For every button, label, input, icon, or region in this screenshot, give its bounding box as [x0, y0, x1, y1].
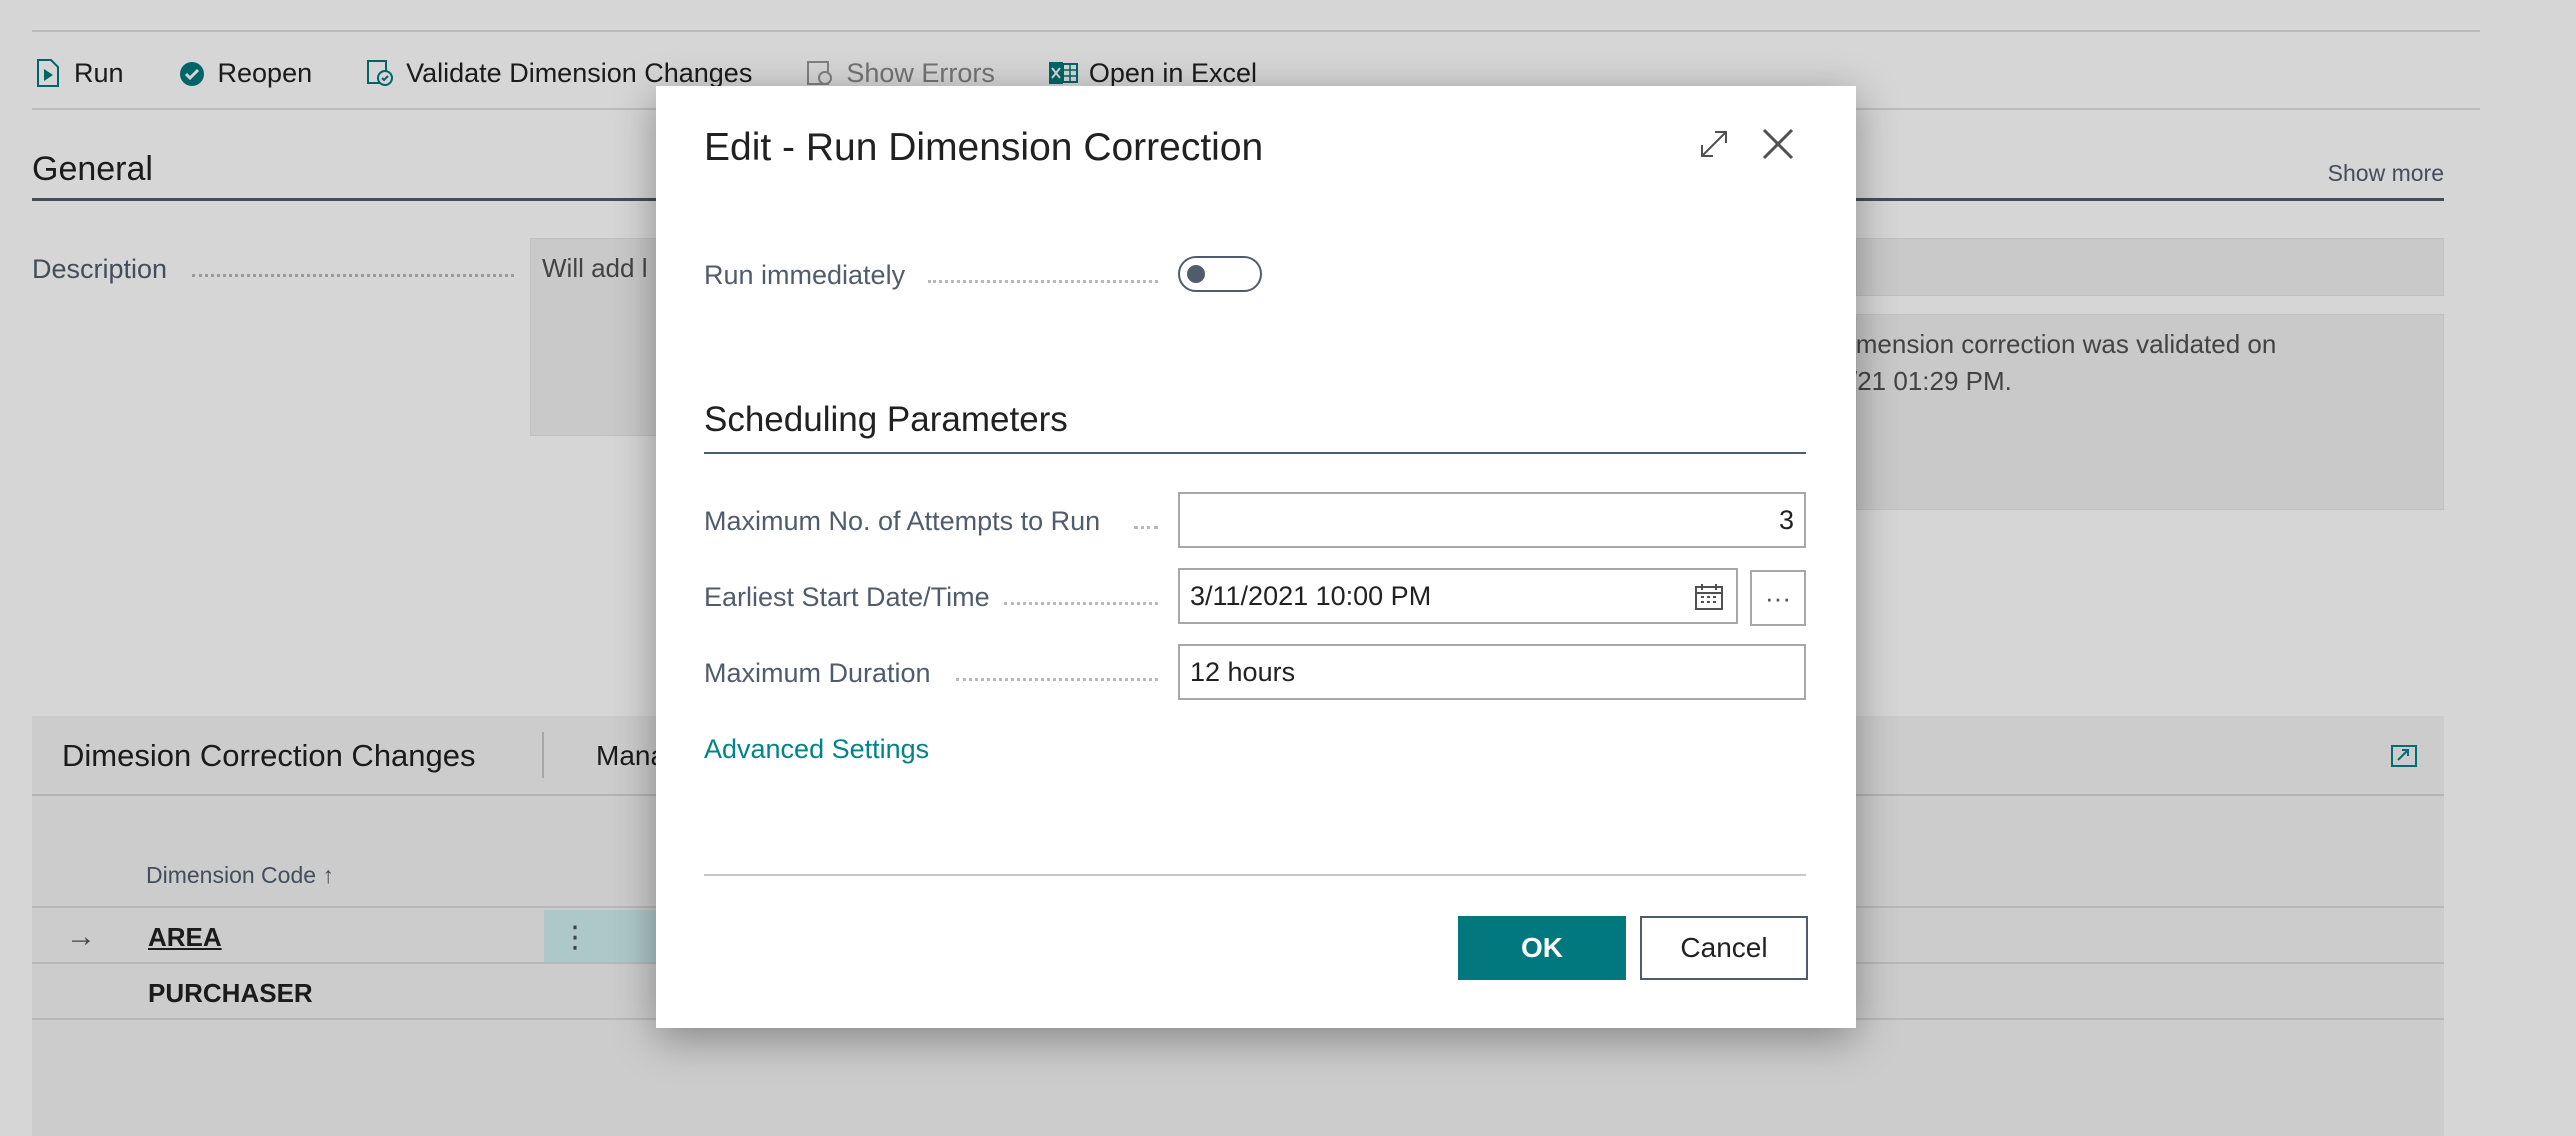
- scheduling-parameters-title: Scheduling Parameters: [704, 400, 1068, 439]
- earliest-start-label: Earliest Start Date/Time: [704, 582, 990, 612]
- scheduling-parameters-underline: [704, 452, 1806, 454]
- run-immediately-label: Run immediately: [704, 260, 906, 290]
- ok-button[interactable]: OK: [1458, 916, 1626, 980]
- earliest-start-value: 3/11/2021 10:00 PM: [1190, 580, 1432, 611]
- advanced-settings-link[interactable]: Advanced Settings: [704, 734, 929, 765]
- close-icon[interactable]: [1758, 124, 1798, 164]
- assist-edit-button[interactable]: ···: [1750, 570, 1806, 626]
- run-immediately-toggle[interactable]: [1178, 256, 1262, 292]
- run-dimension-correction-dialog: Edit - Run Dimension Correction Run imme…: [656, 86, 1856, 1028]
- max-attempts-field[interactable]: 3: [1178, 492, 1806, 548]
- earliest-start-field[interactable]: 3/11/2021 10:00 PM: [1178, 568, 1738, 624]
- earliest-start-dots: [1004, 602, 1158, 605]
- run-immediately-dots: [928, 280, 1158, 283]
- toggle-knob: [1187, 265, 1205, 283]
- calendar-icon[interactable]: [1694, 582, 1724, 612]
- expand-icon[interactable]: [1696, 126, 1732, 162]
- dialog-title: Edit - Run Dimension Correction: [704, 126, 1264, 169]
- max-duration-dots: [956, 678, 1158, 681]
- max-duration-label: Maximum Duration: [704, 658, 931, 688]
- max-duration-value: 12 hours: [1190, 656, 1296, 687]
- max-attempts-value: 3: [1778, 504, 1794, 535]
- max-attempts-label: Maximum No. of Attempts to Run: [704, 506, 1101, 536]
- dialog-footer-divider: [704, 874, 1806, 876]
- max-duration-field[interactable]: 12 hours: [1178, 644, 1806, 700]
- max-attempts-dots: [1134, 526, 1158, 529]
- cancel-button[interactable]: Cancel: [1640, 916, 1808, 980]
